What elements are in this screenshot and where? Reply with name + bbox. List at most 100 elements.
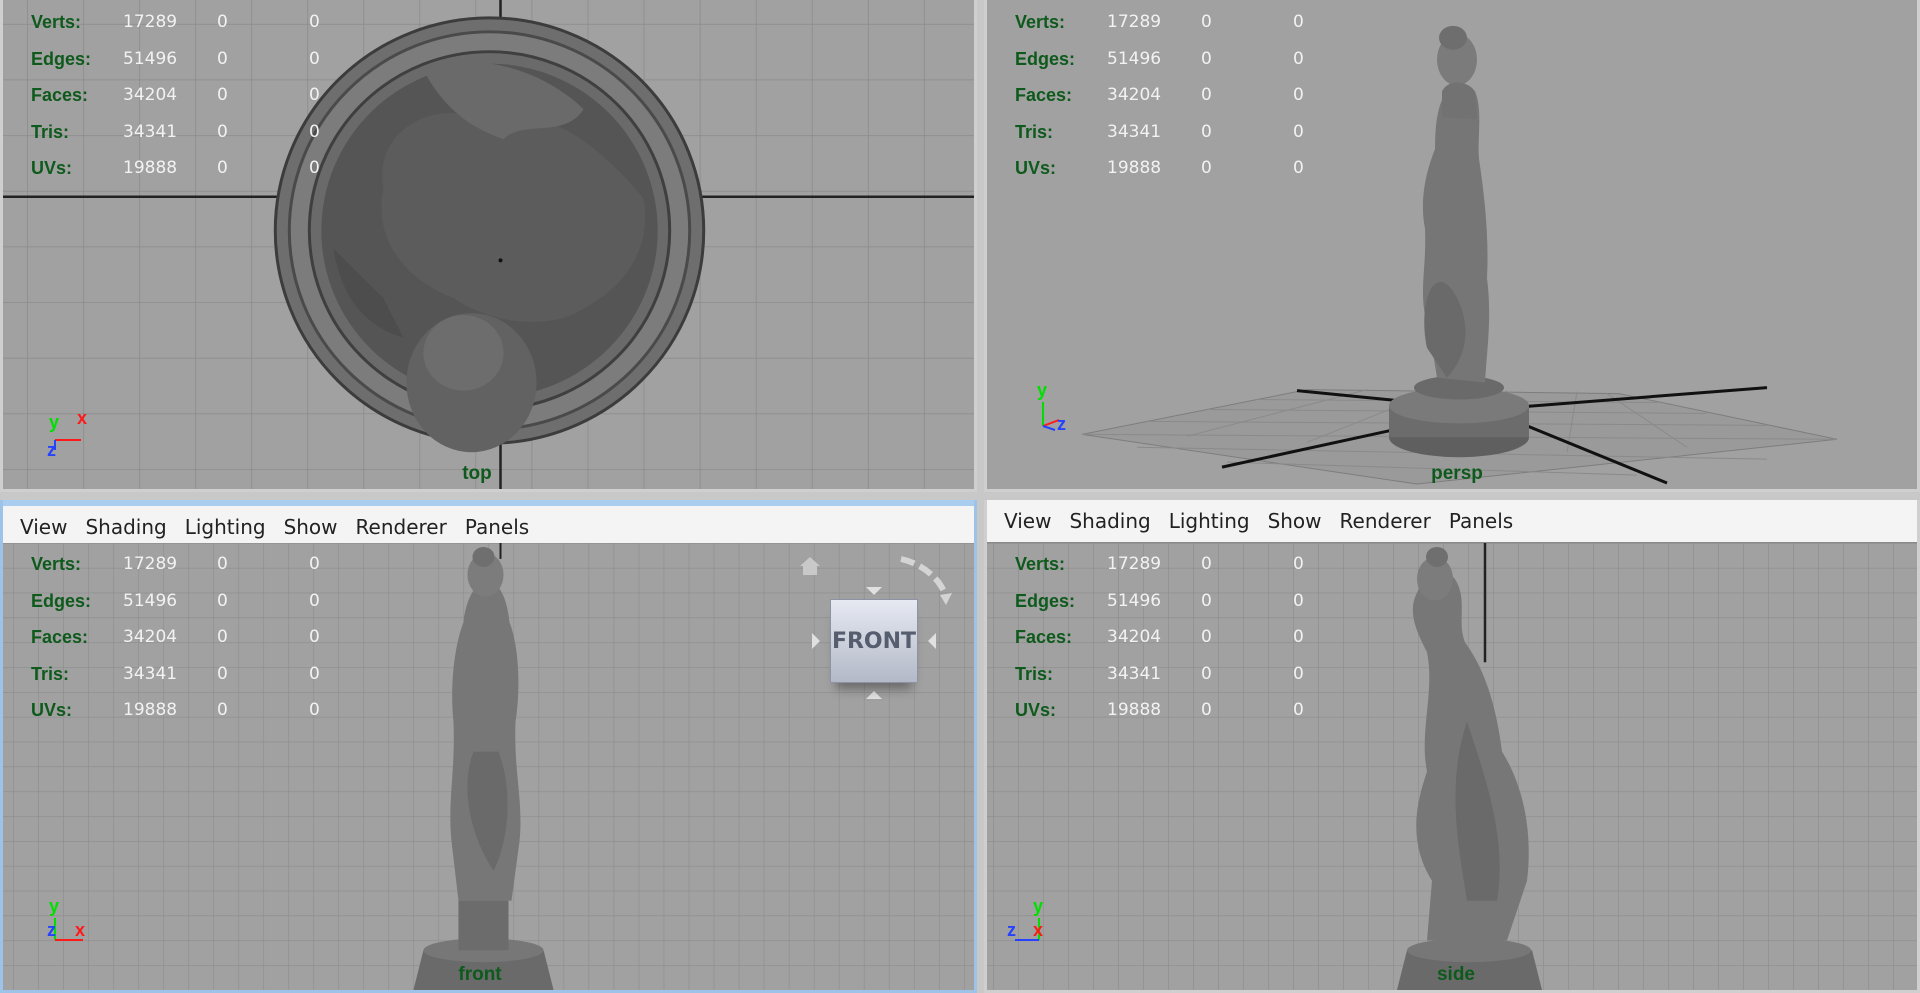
hud-stat-selected: 0 xyxy=(217,700,228,720)
hud-stat-label: Edges: xyxy=(31,590,92,611)
menu-show[interactable]: Show xyxy=(275,515,347,539)
hud-stat-selected: 0 xyxy=(217,12,228,32)
hud-stat-total: 34341 xyxy=(1107,121,1162,142)
menu-panels[interactable]: Panels xyxy=(1440,509,1522,533)
hud-stat-selected-count: 0 xyxy=(1293,554,1304,574)
hud-stat-selected: 0 xyxy=(217,627,228,647)
hud-stat-row: Verts: 17289 0 0 xyxy=(1015,4,1304,41)
hud-stat-row: Edges: 51496 0 0 xyxy=(1015,583,1304,620)
hud-stat-selected-count: 0 xyxy=(309,627,320,647)
panel-menubar: View Shading Lighting Show Renderer Pane… xyxy=(3,500,974,549)
hud-stat-selected-count: 0 xyxy=(309,663,320,684)
hud-stat-total: 34204 xyxy=(1107,85,1162,105)
menu-shading[interactable]: Shading xyxy=(76,515,175,539)
axis-z-label: z xyxy=(1057,414,1066,434)
hud-stat-row: UVs: 19888 0 0 xyxy=(1015,150,1304,187)
panel-menubar: View Shading Lighting Show Renderer Pane… xyxy=(987,500,1917,543)
hud-stat-total: 34204 xyxy=(1107,627,1162,647)
hud-stat-selected-count: 0 xyxy=(1293,48,1304,69)
axis-x-label: x xyxy=(75,920,86,940)
hud-stat-selected: 0 xyxy=(217,85,228,105)
hud-stat-row: Verts: 17289 0 0 xyxy=(31,546,320,583)
menu-shading[interactable]: Shading xyxy=(1060,509,1159,533)
hud-stat-total: 19888 xyxy=(123,700,178,720)
hud-stat-selected-count: 0 xyxy=(1293,700,1304,720)
hud-stat-row: Faces: 34204 0 0 xyxy=(31,619,320,656)
hud-stat-total: 51496 xyxy=(123,590,178,611)
hud-stat-selected-count: 0 xyxy=(309,554,320,574)
hud-stat-label: UVs: xyxy=(1015,158,1057,178)
hud-stat-label: Faces: xyxy=(31,85,89,105)
hud-stat-total: 17289 xyxy=(123,554,178,574)
hud-stat-label: Edges: xyxy=(31,48,92,69)
hud-stat-label: Verts: xyxy=(31,12,82,32)
viewport-top[interactable]: Verts: 17289 0 0 Edges: 51496 0 0 Faces: 34204 0… xyxy=(0,0,977,492)
hud-stat-selected: 0 xyxy=(217,48,228,69)
hud-stat-selected-count: 0 xyxy=(1293,12,1304,32)
menu-lighting[interactable]: Lighting xyxy=(176,515,275,539)
hud-stat-selected-count: 0 xyxy=(1293,590,1304,611)
hud-stat-total: 17289 xyxy=(1107,12,1162,32)
hud-stat-total: 34341 xyxy=(1107,663,1162,684)
hud-stat-selected: 0 xyxy=(1201,12,1212,32)
menu-lighting[interactable]: Lighting xyxy=(1160,509,1259,533)
hud-stat-label: Tris: xyxy=(1015,121,1054,142)
menu-renderer[interactable]: Renderer xyxy=(1331,509,1440,533)
hud-stat-total: 34341 xyxy=(123,663,178,684)
hud-stat-selected: 0 xyxy=(1201,48,1212,69)
axis-x-label: x xyxy=(77,408,88,428)
hud-stat-label: Faces: xyxy=(31,627,89,647)
menu-show[interactable]: Show xyxy=(1259,509,1331,533)
camera-label-side: side xyxy=(1436,964,1476,985)
hud-stat-selected-count: 0 xyxy=(309,700,320,720)
hud-stat-total: 19888 xyxy=(1107,158,1162,178)
hud-stat-row: UVs: 19888 0 0 xyxy=(31,692,320,729)
axis-y-label: y xyxy=(1033,896,1044,916)
menu-view[interactable]: View xyxy=(995,509,1060,533)
menu-panels[interactable]: Panels xyxy=(456,515,538,539)
hud-stat-selected: 0 xyxy=(217,590,228,611)
hud-stat-selected-count: 0 xyxy=(309,590,320,611)
axis-x-label: x xyxy=(1033,920,1044,940)
camera-label-top: top xyxy=(462,463,492,484)
hud-stat-selected: 0 xyxy=(217,121,228,142)
hud-stat-selected: 0 xyxy=(1201,85,1212,105)
viewcube[interactable]: FRONT xyxy=(800,553,960,713)
hud-stat-row: Tris: 34341 0 0 xyxy=(31,656,320,693)
viewcube-front-face[interactable]: FRONT xyxy=(830,599,918,683)
hud-stat-row: Verts: 17289 0 0 xyxy=(1015,546,1304,583)
hud-stat-label: UVs: xyxy=(31,158,73,178)
axis-z-label: z xyxy=(47,920,56,940)
hud-stat-selected-count: 0 xyxy=(1293,627,1304,647)
menu-view[interactable]: View xyxy=(11,515,76,539)
axis-gizmo-top: y x z xyxy=(43,408,103,472)
viewport-side[interactable]: View Shading Lighting Show Renderer Pane… xyxy=(984,500,1920,993)
camera-label-front: front xyxy=(458,964,502,985)
hud-stat-selected: 0 xyxy=(217,554,228,574)
hud-stat-selected: 0 xyxy=(1201,554,1212,574)
axis-y-label: y xyxy=(49,896,60,916)
hud-stat-label: Tris: xyxy=(31,663,70,684)
hud-stat-selected: 0 xyxy=(217,663,228,684)
menu-renderer[interactable]: Renderer xyxy=(347,515,456,539)
hud-stat-total: 34204 xyxy=(123,85,178,105)
axis-gizmo-front: y z x xyxy=(43,896,103,960)
hud-stat-selected-count: 0 xyxy=(309,158,320,178)
hud-stat-selected-count: 0 xyxy=(309,121,320,142)
hud-stat-selected: 0 xyxy=(1201,590,1212,611)
poly-count-hud: Verts: 17289 0 0 Edges: 51496 0 0 Faces: 34204 0… xyxy=(1015,4,1304,187)
hud-stat-total: 34341 xyxy=(123,121,178,142)
hud-stat-total: 51496 xyxy=(1107,48,1162,69)
viewport-persp[interactable]: Verts: 17289 0 0 Edges: 51496 0 0 Faces: 34204 0… xyxy=(984,0,1920,492)
home-icon[interactable] xyxy=(798,555,822,577)
hud-stat-selected: 0 xyxy=(1201,121,1212,142)
camera-label-persp: persp xyxy=(1431,463,1483,484)
hud-stat-label: Verts: xyxy=(31,554,82,574)
hud-stat-label: Faces: xyxy=(1015,85,1073,105)
hud-stat-selected: 0 xyxy=(1201,158,1212,178)
hud-stat-label: Verts: xyxy=(1015,554,1066,574)
hud-stat-row: Edges: 51496 0 0 xyxy=(1015,41,1304,78)
hud-stat-selected-count: 0 xyxy=(309,48,320,69)
hud-stat-row: Tris: 34341 0 0 xyxy=(1015,656,1304,693)
hud-stat-selected: 0 xyxy=(1201,627,1212,647)
